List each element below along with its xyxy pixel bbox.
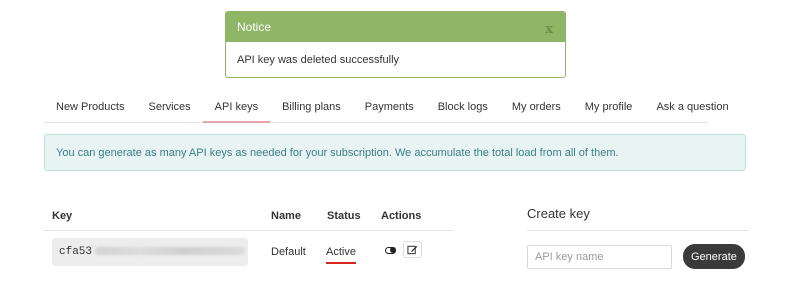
- toggle-icon[interactable]: [385, 247, 396, 254]
- edit-button[interactable]: [403, 241, 422, 258]
- create-key-panel: Create key Generate: [527, 206, 748, 269]
- edit-icon: [407, 245, 418, 255]
- api-key-value[interactable]: cfa53: [52, 238, 248, 266]
- key-name: Default: [271, 246, 306, 258]
- tab-block-logs[interactable]: Block logs: [426, 92, 500, 123]
- redacted-key-mask: [95, 247, 246, 256]
- column-header-key: Key: [52, 210, 73, 222]
- api-key-prefix: cfa53: [59, 246, 93, 258]
- close-icon[interactable]: x: [545, 22, 553, 37]
- table-header: Key Name Status Actions: [44, 203, 454, 231]
- tab-my-profile[interactable]: My profile: [573, 92, 645, 123]
- tab-my-orders[interactable]: My orders: [500, 92, 573, 123]
- notice-title: Notice: [237, 20, 272, 34]
- tab-billing-plans[interactable]: Billing plans: [270, 92, 353, 123]
- notice-message: API key was deleted successfully: [237, 54, 400, 66]
- tab-ask-a-question[interactable]: Ask a question: [644, 92, 740, 123]
- tab-payments[interactable]: Payments: [353, 92, 426, 123]
- create-key-form: Generate: [527, 244, 745, 269]
- generate-button[interactable]: Generate: [683, 244, 745, 269]
- column-header-status: Status: [327, 210, 361, 222]
- tab-services[interactable]: Services: [136, 92, 202, 123]
- notice-header: Notice x: [226, 12, 565, 42]
- column-header-name: Name: [271, 210, 301, 222]
- api-keys-table: Key Name Status Actions cfa53 Default Ac…: [44, 203, 454, 275]
- notice-alert: Notice x API key was deleted successfull…: [225, 11, 566, 78]
- tab-api-keys[interactable]: API keys: [202, 92, 271, 123]
- info-banner: You can generate as many API keys as nee…: [44, 134, 746, 171]
- api-key-name-input[interactable]: [527, 244, 672, 269]
- tab-new-products[interactable]: New Products: [44, 92, 136, 123]
- table-row: cfa53 Default Active: [44, 231, 454, 275]
- status-badge: Active: [326, 246, 356, 264]
- account-tabs: New Products Services API keys Billing p…: [44, 92, 729, 123]
- column-header-actions: Actions: [381, 210, 422, 222]
- create-key-title: Create key: [527, 206, 748, 231]
